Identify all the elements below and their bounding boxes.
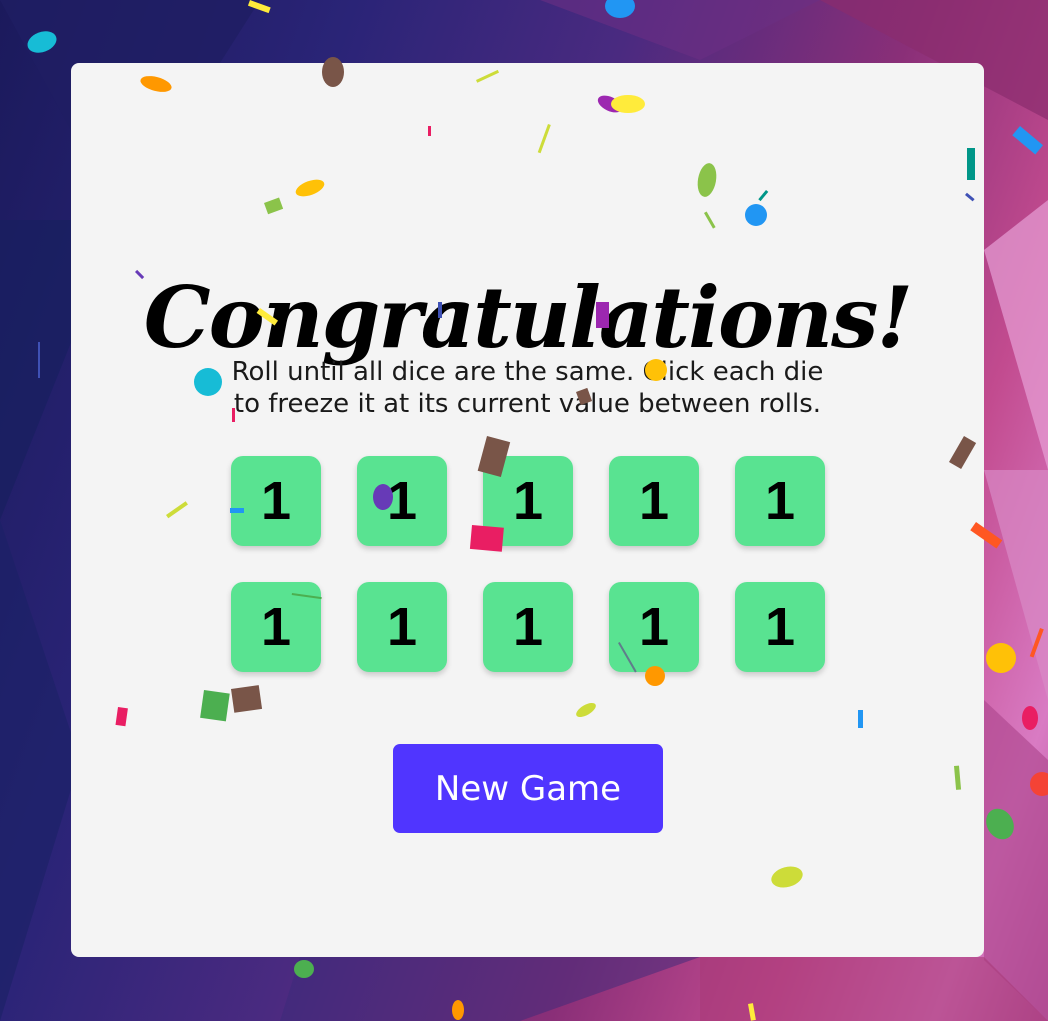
- die[interactable]: 1: [483, 456, 573, 546]
- congratulations-title: Congratulations!: [143, 268, 914, 367]
- die[interactable]: 1: [357, 456, 447, 546]
- die[interactable]: 1: [609, 582, 699, 672]
- die[interactable]: 1: [483, 582, 573, 672]
- die[interactable]: 1: [231, 456, 321, 546]
- die[interactable]: 1: [609, 456, 699, 546]
- die[interactable]: 1: [735, 582, 825, 672]
- game-card: Congratulations! Roll until all dice are…: [71, 63, 984, 957]
- dice-grid: 1 1 1 1 1 1 1 1 1 1: [231, 456, 825, 672]
- die[interactable]: 1: [231, 582, 321, 672]
- new-game-button[interactable]: New Game: [393, 744, 663, 833]
- die[interactable]: 1: [357, 582, 447, 672]
- instructions-text: Roll until all dice are the same. Click …: [231, 357, 824, 419]
- die[interactable]: 1: [735, 456, 825, 546]
